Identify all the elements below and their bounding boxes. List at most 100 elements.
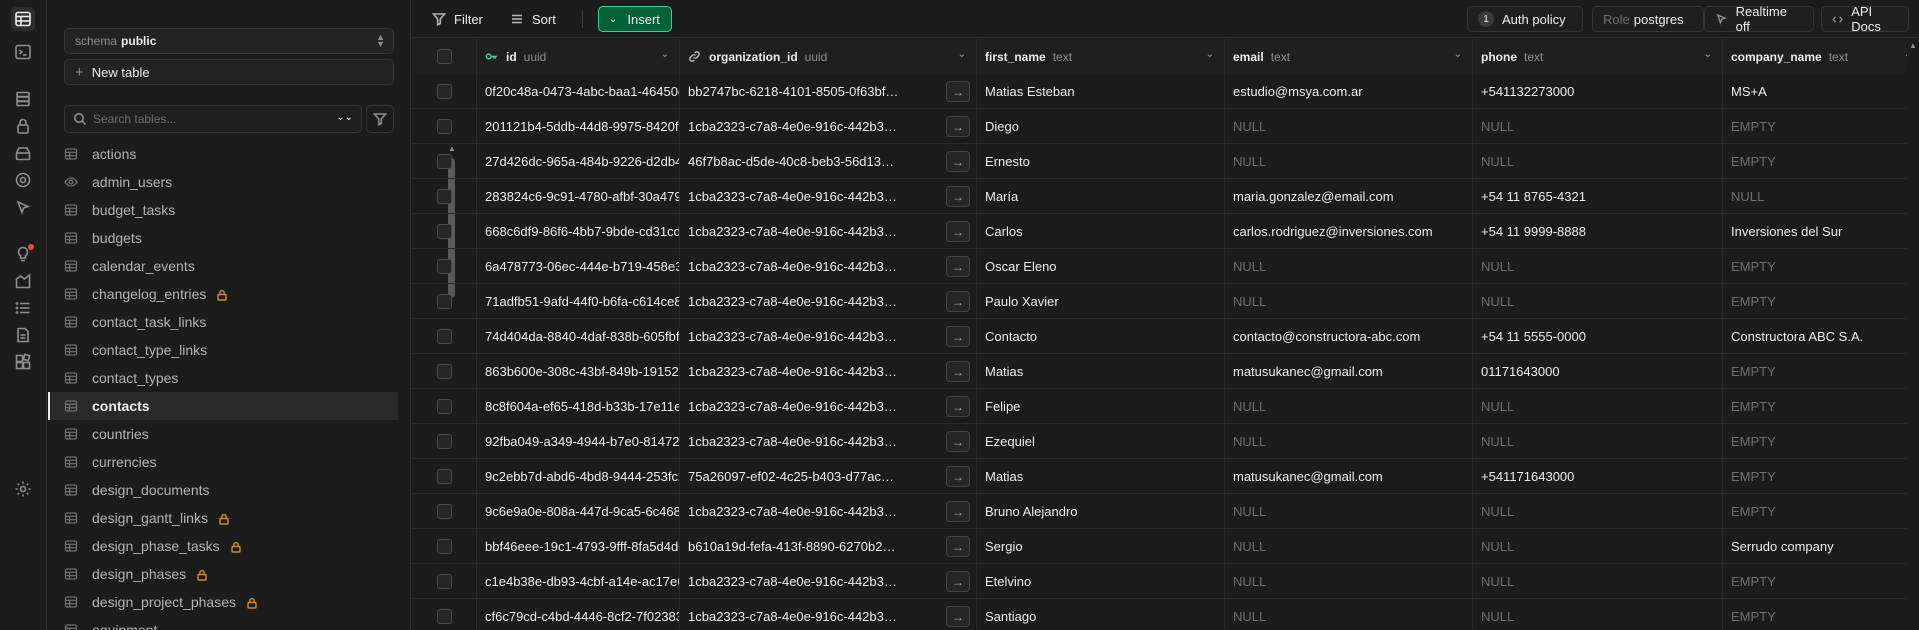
arrow-right-icon[interactable]: → xyxy=(946,396,970,417)
table-row[interactable]: 27d426dc-965a-484b-9226-d2db47f2ad846f7b… xyxy=(412,144,1907,179)
cell-first_name[interactable]: María xyxy=(977,179,1225,214)
arrow-right-icon[interactable]: → xyxy=(946,256,970,277)
cell-company_name[interactable]: EMPTY xyxy=(1723,249,1907,284)
role-select[interactable]: Role postgres ⇕ xyxy=(1592,6,1709,32)
column-header-organization_id[interactable]: organization_id uuid ⌄ xyxy=(680,39,977,74)
cell-organization_id[interactable]: 1cba2323-c7a8-4e0e-916c-442b3… → xyxy=(680,389,977,424)
chevron-down-icon[interactable]: ⌄ xyxy=(1704,49,1712,60)
cell-phone[interactable]: NULL xyxy=(1473,249,1723,284)
edge-functions-icon[interactable] xyxy=(11,195,35,219)
cell-id[interactable]: 863b600e-308c-43bf-849b-19152c85b30 xyxy=(477,354,680,389)
cell-id[interactable]: 27d426dc-965a-484b-9226-d2db47f2ad8 xyxy=(477,144,680,179)
sidebar-table-item[interactable]: contact_types xyxy=(48,364,398,392)
arrow-right-icon[interactable]: → xyxy=(946,81,970,102)
row-checkbox[interactable] xyxy=(436,119,452,134)
cell-first_name[interactable]: Santiago xyxy=(977,599,1225,630)
row-checkbox[interactable] xyxy=(436,539,452,554)
cell-first_name[interactable]: Sergio xyxy=(977,529,1225,564)
sidebar-table-item[interactable]: admin_users xyxy=(48,168,398,196)
cell-email[interactable]: NULL xyxy=(1225,249,1473,284)
row-checkbox[interactable] xyxy=(436,504,452,519)
cell-email[interactable]: carlos.rodriguez@inversiones.com xyxy=(1225,214,1473,249)
cell-phone[interactable]: NULL xyxy=(1473,564,1723,599)
cell-company_name[interactable]: EMPTY xyxy=(1723,109,1907,144)
cell-first_name[interactable]: Ernesto xyxy=(977,144,1225,179)
table-row[interactable]: 9c2ebb7d-abd6-4bd8-9444-253fc2ca8f875a26… xyxy=(412,459,1907,494)
cell-email[interactable]: NULL xyxy=(1225,564,1473,599)
arrow-right-icon[interactable]: → xyxy=(946,326,970,347)
cell-organization_id[interactable]: bb2747bc-6218-4101-8505-0f63bf… → xyxy=(680,74,977,109)
cell-organization_id[interactable]: 1cba2323-c7a8-4e0e-916c-442b3… → xyxy=(680,599,977,630)
sidebar-table-item[interactable]: contact_type_links xyxy=(48,336,398,364)
column-header-email[interactable]: email text ⌄ xyxy=(1225,39,1473,74)
cell-organization_id[interactable]: 1cba2323-c7a8-4e0e-916c-442b3… → xyxy=(680,319,977,354)
chevron-down-icon[interactable]: ⌄ xyxy=(958,49,966,60)
cell-phone[interactable]: NULL xyxy=(1473,599,1723,630)
cell-company_name[interactable]: NULL xyxy=(1723,179,1907,214)
sidebar-table-item[interactable]: design_project_phases xyxy=(48,588,398,616)
cell-first_name[interactable]: Felipe xyxy=(977,389,1225,424)
cell-first_name[interactable]: Oscar Eleno xyxy=(977,249,1225,284)
table-row[interactable]: 71adfb51-9afd-44f0-b6fa-c614ce8c44b01cba… xyxy=(412,284,1907,319)
insert-button[interactable]: ⌄ Insert xyxy=(598,6,672,32)
cell-first_name[interactable]: Matias Esteban xyxy=(977,74,1225,109)
column-header-phone[interactable]: phone text ⌄ xyxy=(1473,39,1723,74)
sidebar-table-item[interactable]: design_documents xyxy=(48,476,398,504)
row-checkbox[interactable] xyxy=(436,469,452,484)
row-checkbox[interactable] xyxy=(436,399,452,414)
table-editor-icon[interactable] xyxy=(11,7,35,31)
sidebar-table-item[interactable]: contacts xyxy=(48,392,398,420)
sidebar-table-item[interactable]: currencies xyxy=(48,448,398,476)
cell-phone[interactable]: +54 11 9999-8888 xyxy=(1473,214,1723,249)
sidebar-table-item[interactable]: budget_tasks xyxy=(48,196,398,224)
chevrons-down-icon[interactable]: ⌄⌄ xyxy=(336,112,353,123)
cell-organization_id[interactable]: 1cba2323-c7a8-4e0e-916c-442b3… → xyxy=(680,179,977,214)
sidebar-table-item[interactable]: countries xyxy=(48,420,398,448)
cell-first_name[interactable]: Diego xyxy=(977,109,1225,144)
cell-email[interactable]: NULL xyxy=(1225,494,1473,529)
row-checkbox[interactable] xyxy=(436,294,452,309)
cell-company_name[interactable]: EMPTY xyxy=(1723,354,1907,389)
sidebar-table-item[interactable]: contact_task_links xyxy=(48,308,398,336)
sidebar-table-item[interactable]: actions xyxy=(48,140,398,168)
sidebar-table-item[interactable]: budgets xyxy=(48,224,398,252)
api-docs-button[interactable]: API Docs xyxy=(1821,4,1909,34)
arrow-right-icon[interactable]: → xyxy=(946,501,970,522)
sidebar-table-item[interactable]: changelog_entries xyxy=(48,280,398,308)
cell-phone[interactable]: +54 11 5555-0000 xyxy=(1473,319,1723,354)
table-row[interactable]: cf6c79cd-c4bd-4446-8cf2-7f02383203c51cba… xyxy=(412,599,1907,630)
realtime-toggle[interactable]: Realtime off xyxy=(1704,4,1814,34)
api-docs-icon[interactable] xyxy=(11,323,35,347)
cell-id[interactable]: c1e4b38e-db93-4cbf-a14e-ac17e655c0f4 xyxy=(477,564,680,599)
cell-organization_id[interactable]: 46f7b8ac-d5de-40c8-beb3-56d13… → xyxy=(680,144,977,179)
sidebar-table-item[interactable]: equipment xyxy=(48,616,398,630)
table-row[interactable]: 92fba049-a349-4944-b7e0-814726b317971cba… xyxy=(412,424,1907,459)
chevron-down-icon[interactable]: ⌄ xyxy=(1454,49,1462,60)
cell-email[interactable]: NULL xyxy=(1225,599,1473,630)
table-row[interactable]: 0f20c48a-0473-4abc-baa1-46450dd68f86bb27… xyxy=(412,74,1907,109)
cell-phone[interactable]: NULL xyxy=(1473,109,1723,144)
cell-first_name[interactable]: Etelvino xyxy=(977,564,1225,599)
sidebar-table-item[interactable]: design_gantt_links xyxy=(48,504,398,532)
column-header-company_name[interactable]: company_nametext⌄ xyxy=(1723,39,1907,74)
cell-organization_id[interactable]: 1cba2323-c7a8-4e0e-916c-442b3… → xyxy=(680,284,977,319)
cell-id[interactable]: 71adfb51-9afd-44f0-b6fa-c614ce8c44b0 xyxy=(477,284,680,319)
filter-schema-button[interactable] xyxy=(366,105,394,133)
row-checkbox[interactable] xyxy=(436,609,452,624)
sidebar-table-item[interactable]: calendar_events xyxy=(48,252,398,280)
cell-phone[interactable]: NULL xyxy=(1473,284,1723,319)
arrow-right-icon[interactable]: → xyxy=(946,536,970,557)
row-checkbox[interactable] xyxy=(436,364,452,379)
auth-policy-button[interactable]: 1 Auth policy xyxy=(1467,6,1583,32)
cell-phone[interactable]: +541171643000 xyxy=(1473,459,1723,494)
arrow-right-icon[interactable]: → xyxy=(946,116,970,137)
cell-first_name[interactable]: Carlos xyxy=(977,214,1225,249)
cell-company_name[interactable]: EMPTY xyxy=(1723,389,1907,424)
cell-id[interactable]: 74d404da-8840-4daf-838b-605fbf3b11dd xyxy=(477,319,680,354)
search-tables-input[interactable] xyxy=(93,112,323,126)
arrow-right-icon[interactable]: → xyxy=(946,151,970,172)
cell-first_name[interactable]: Matias xyxy=(977,354,1225,389)
cell-company_name[interactable]: EMPTY xyxy=(1723,494,1907,529)
logs-icon[interactable] xyxy=(11,296,35,320)
sort-button[interactable]: Sort xyxy=(504,7,562,31)
